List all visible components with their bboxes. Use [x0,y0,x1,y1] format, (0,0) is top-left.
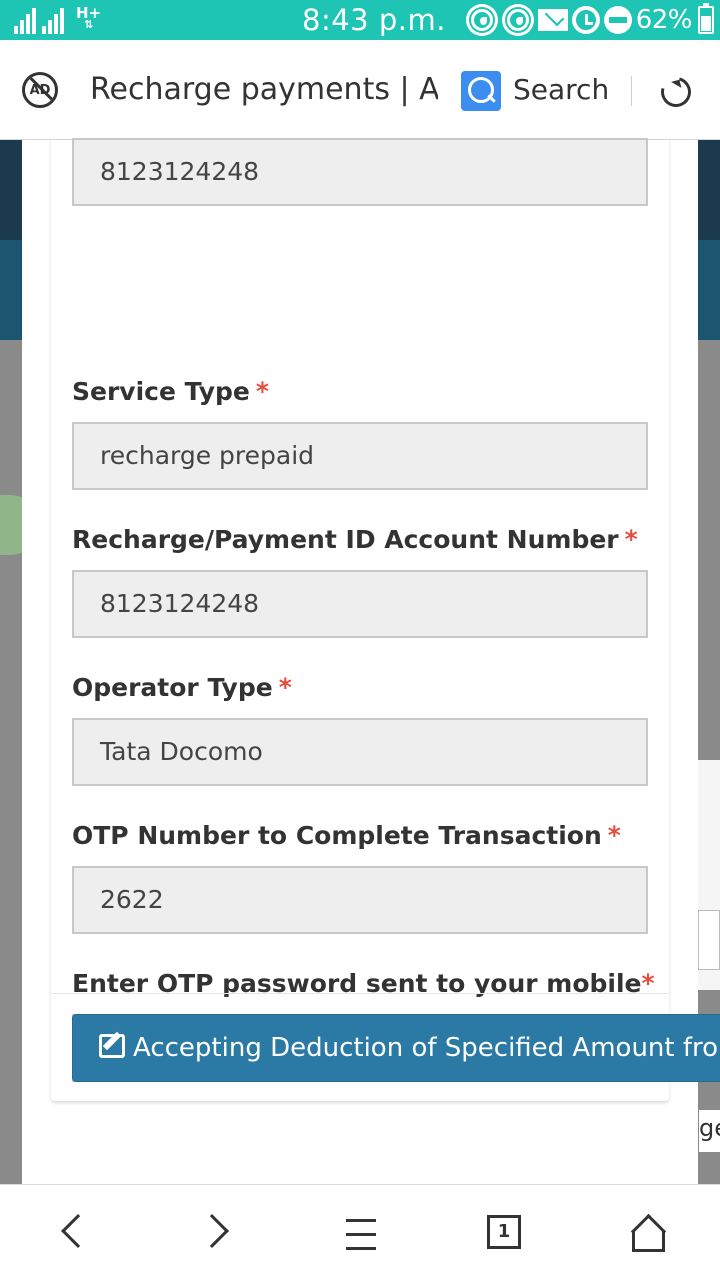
form-panel-lower: Enter OTP password sent to your mobile* … [51,140,669,1102]
status-right: 62% [465,3,714,36]
home-button[interactable] [618,1203,678,1263]
browser-toolbar: AD Recharge payments | Ad Search [0,40,720,140]
search-icon[interactable] [461,71,501,111]
status-bar: H+ ⇅ 8:43 p.m. 62% [0,0,720,40]
do-not-disturb-icon [603,6,632,34]
back-button[interactable] [40,1203,100,1263]
home-icon [632,1215,665,1252]
signal-icon [14,8,36,34]
background-input [698,910,720,970]
signal-icon [42,8,64,34]
alarm-icon [571,6,600,34]
browser-bottom-nav: 1 [0,1184,720,1280]
page-title[interactable]: Recharge payments | Ad [90,70,438,110]
ad-block-icon[interactable]: AD [22,72,58,108]
forward-button[interactable] [188,1203,248,1263]
status-time: 8:43 p.m. [302,3,446,37]
menu-button[interactable] [330,1203,390,1263]
battery-icon [698,3,714,34]
forward-icon [195,1214,229,1248]
accept-deduction-label: Accepting Deduction of Specified Amount … [133,1033,720,1063]
back-icon [61,1214,95,1248]
battery-percent: 62% [635,5,693,35]
toolbar-divider [631,76,632,106]
whatsapp-icon [465,4,498,36]
status-left: H+ ⇅ [14,6,101,34]
accept-deduction-button[interactable]: Accepting Deduction of Specified Amount … [72,1014,720,1082]
tabs-button[interactable]: 1 [474,1203,534,1263]
background-text: ge [699,1110,720,1152]
edit-icon [99,1034,125,1058]
whatsapp-icon [501,4,534,36]
network-type-label: H+ ⇅ [76,4,102,31]
button-area: Accepting Deduction of Specified Amount … [51,994,720,1102]
tabs-icon: 1 [487,1215,521,1249]
search-button[interactable]: Search [513,70,609,110]
reload-icon[interactable] [655,71,697,113]
mail-icon [537,9,568,31]
